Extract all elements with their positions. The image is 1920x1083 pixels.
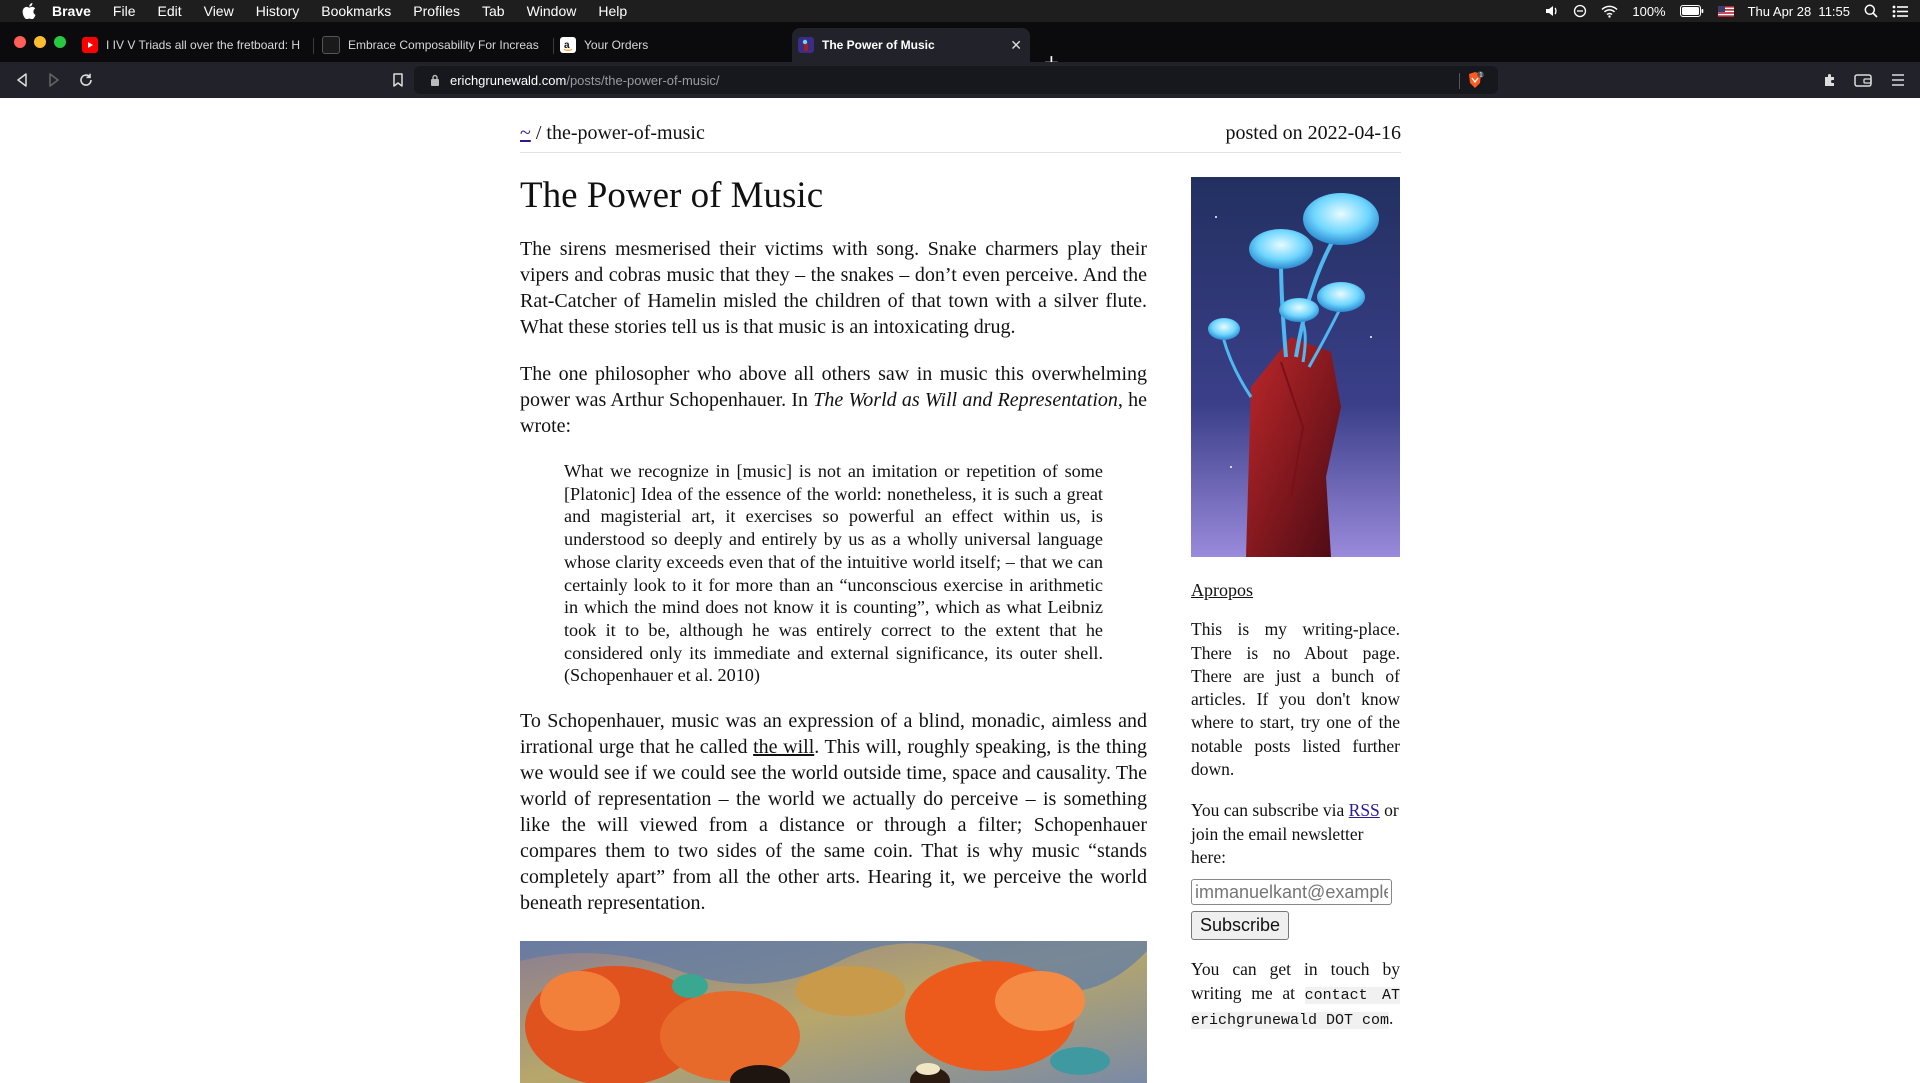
menu-file[interactable]: File	[113, 3, 136, 19]
block-quote: What we recognize in [music] is not an i…	[564, 461, 1103, 686]
menu-view[interactable]: View	[204, 3, 234, 19]
bookmark-icon[interactable]	[388, 70, 408, 90]
subscribe-button[interactable]: Subscribe	[1191, 911, 1290, 941]
the-will-link[interactable]: the will	[753, 736, 814, 758]
tab-embrace-composability[interactable]: Embrace Composability For Increas	[322, 28, 548, 62]
sidebar-heading[interactable]: Apropos	[1191, 579, 1400, 602]
url-host: erichgrunewald.com	[450, 72, 567, 88]
tab-title: Embrace Composability For Increas	[348, 38, 539, 52]
close-tab-icon[interactable]: ✕	[1010, 37, 1022, 54]
tab-the-power-of-music[interactable]: The Power of Music ✕	[792, 28, 1030, 62]
menu-tab[interactable]: Tab	[482, 3, 505, 19]
article-paragraph: The one philosopher who above all others…	[520, 361, 1147, 439]
rss-link[interactable]: RSS	[1349, 800, 1380, 820]
tab-your-orders[interactable]: a Your Orders	[560, 28, 780, 62]
newsletter-email-input[interactable]	[1191, 879, 1392, 906]
menu-edit[interactable]: Edit	[157, 3, 181, 19]
wifi-icon[interactable]	[1601, 5, 1618, 18]
url-path: /posts/the-power-of-music/	[566, 72, 720, 88]
browser-toolbar: erichgrunewald.com /posts/the-power-of-m…	[0, 62, 1920, 98]
article: The Power of Music The sirens mesmerised…	[520, 176, 1147, 937]
breadcrumb-home-link[interactable]: ~	[520, 122, 531, 144]
window-close-button[interactable]	[14, 36, 26, 48]
article-painting-image	[520, 941, 1147, 1083]
subscribe-text-before: You can subscribe via	[1191, 800, 1349, 821]
volume-icon[interactable]	[1545, 4, 1559, 18]
window-minimize-button[interactable]	[34, 36, 46, 48]
menu-window[interactable]: Window	[527, 3, 577, 19]
breadcrumb: ~ / the-power-of-music	[520, 122, 705, 145]
tab-youtube-triads[interactable]: I IV V Triads all over the fretboard: H	[82, 28, 308, 62]
us-flag-icon[interactable]	[1717, 5, 1734, 17]
about-text: This is my writing-place. There is no Ab…	[1191, 619, 1400, 780]
breadcrumb-current: the-power-of-music	[546, 122, 705, 144]
focus-mode-icon[interactable]	[1573, 4, 1587, 18]
contact-text-after: .	[1389, 1007, 1394, 1028]
book-title: The World as Will and Representation	[813, 389, 1118, 411]
page-title: The Power of Music	[520, 175, 824, 216]
tab-title: Your Orders	[584, 38, 649, 52]
address-bar[interactable]: erichgrunewald.com /posts/the-power-of-m…	[414, 66, 1498, 94]
menu-hamburger-icon[interactable]	[1888, 70, 1908, 90]
menu-profiles[interactable]: Profiles	[413, 3, 460, 19]
site-icon	[798, 37, 814, 53]
menu-app-name[interactable]: Brave	[52, 3, 91, 19]
contact-text: You can get in touch by writing me at co…	[1191, 958, 1401, 1032]
breadcrumb-separator: /	[530, 122, 547, 144]
posted-date: posted on 2022-04-16	[1225, 122, 1401, 144]
page-header: ~ / the-power-of-music posted on 2022-04…	[520, 122, 1401, 153]
menu-history[interactable]: History	[256, 3, 300, 19]
wallet-icon[interactable]	[1853, 70, 1873, 90]
apple-logo-icon[interactable]	[20, 2, 38, 20]
youtube-icon	[82, 37, 98, 53]
battery-icon[interactable]	[1679, 5, 1704, 17]
subscribe-text: You can subscribe via RSS or join the em…	[1191, 799, 1400, 869]
extensions-icon[interactable]	[1820, 70, 1840, 90]
macos-menu-bar: Brave File Edit View History Bookmarks P…	[0, 0, 1920, 22]
forward-button[interactable]	[44, 70, 64, 90]
window-zoom-button[interactable]	[54, 36, 66, 48]
paragraph-text: . This will, roughly speaking, is the th…	[520, 736, 1147, 915]
web-page: ~ / the-power-of-music posted on 2022-04…	[0, 98, 1920, 1083]
lock-icon[interactable]	[430, 71, 440, 90]
brave-shields-icon[interactable]: 1	[1466, 71, 1484, 89]
clock-datetime[interactable]: Thu Apr 28 11:55	[1748, 4, 1850, 19]
blog-icon	[322, 36, 340, 54]
tab-title: The Power of Music	[822, 38, 935, 52]
control-center-icon[interactable]	[1892, 5, 1908, 18]
battery-percent: 100%	[1632, 3, 1666, 19]
back-button[interactable]	[12, 70, 32, 90]
mushroom-artwork-image	[1191, 177, 1400, 557]
article-paragraph: The sirens mesmerised their victims with…	[520, 238, 1147, 338]
article-paragraph: To Schopenhauer, music was an expression…	[520, 708, 1147, 916]
browser-tab-strip: I IV V Triads all over the fretboard: H …	[0, 22, 1920, 74]
amazon-icon: a	[560, 37, 576, 53]
tab-title: I IV V Triads all over the fretboard: H	[106, 38, 301, 52]
menu-help[interactable]: Help	[598, 3, 627, 19]
reload-icon[interactable]	[76, 70, 96, 90]
spotlight-search-icon[interactable]	[1864, 4, 1878, 18]
sidebar: Apropos This is my writing-place. There …	[1191, 177, 1401, 1050]
menu-bookmarks[interactable]: Bookmarks	[321, 3, 391, 19]
